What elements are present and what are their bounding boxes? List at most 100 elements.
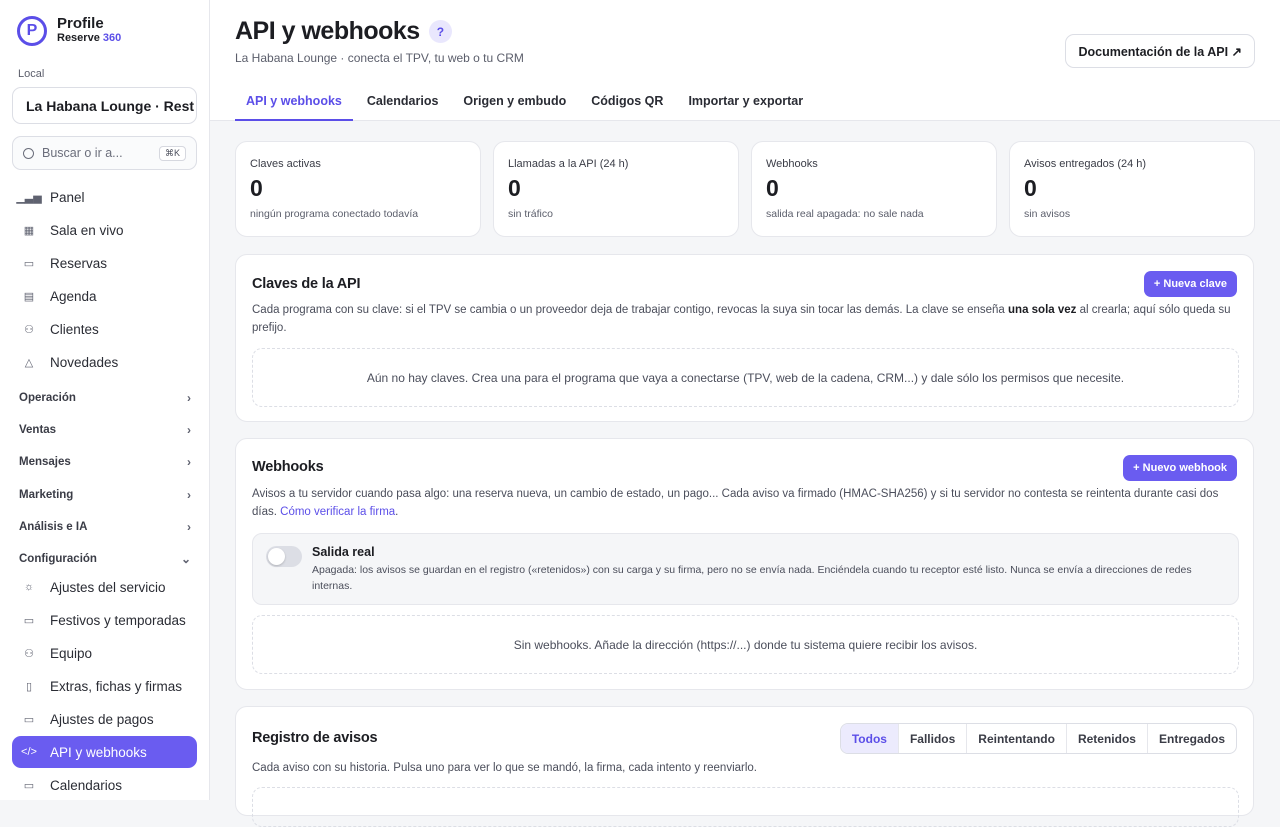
tab-importar-exportar[interactable]: Importar y exportar	[677, 88, 814, 121]
log-list	[252, 787, 1239, 827]
filter-reintentando[interactable]: Reintentando	[967, 724, 1067, 753]
nav-label: Agenda	[50, 288, 97, 304]
filter-entregados[interactable]: Entregados	[1148, 724, 1236, 753]
chevron-right-icon: ›	[187, 520, 191, 534]
stat-card-llamadas: Llamadas a la API (24 h) 0 sin tráfico	[493, 141, 739, 237]
desc-part: Avisos a tu servidor cuando pasa algo: u…	[252, 488, 1219, 518]
stat-label: Avisos entregados (24 h)	[1024, 158, 1147, 170]
filter-fallidos[interactable]: Fallidos	[899, 724, 968, 753]
verify-signature-link[interactable]: Cómo verificar la firma	[280, 506, 395, 518]
group-label: Marketing	[19, 489, 74, 501]
keys-empty-state: Aún no hay claves. Crea una para el prog…	[252, 348, 1239, 407]
page-title-row: API y webhooks ?	[235, 17, 452, 46]
desc-part: Cada programa con su clave: si el TPV se…	[252, 304, 1009, 316]
nav-group-operacion[interactable]: Operación ›	[19, 391, 191, 405]
nav-label: Equipo	[50, 645, 93, 661]
stat-value: 0	[508, 175, 521, 201]
tab-codigos-qr[interactable]: Códigos QR	[580, 88, 674, 121]
nav-label: Reservas	[50, 255, 108, 271]
bell-icon: △	[24, 356, 34, 369]
nav-item-novedades[interactable]: △ Novedades	[12, 346, 197, 378]
nav-item-equipo[interactable]: ⚇ Equipo	[12, 637, 197, 669]
stat-card-webhooks: Webhooks 0 salida real apagada: no sale …	[751, 141, 997, 237]
local-label: Local	[18, 68, 45, 80]
log-filter-group: Todos Fallidos Reintentando Retenidos En…	[839, 723, 1237, 754]
nav-item-api-webhooks[interactable]: </> API y webhooks	[12, 736, 197, 768]
stat-label: Llamadas a la API (24 h)	[508, 158, 629, 170]
toggle-description: Apagada: los avisos se guardan en el reg…	[312, 564, 1192, 592]
new-webhook-button[interactable]: + Nuevo webhook	[1123, 455, 1237, 481]
nav-group-analisis[interactable]: Análisis e IA ›	[19, 520, 191, 534]
help-icon[interactable]: ?	[428, 20, 452, 43]
chevron-right-icon: ›	[187, 391, 191, 405]
stat-sub: sin tráfico	[508, 208, 553, 220]
brand-logo[interactable]: P Profile Reserve 360	[17, 16, 121, 46]
filter-todos[interactable]: Todos	[840, 724, 899, 753]
nav-label: Extras, fichas y firmas	[50, 678, 183, 694]
nav-item-ajustes-servicio[interactable]: ☼ Ajustes del servicio	[12, 571, 197, 603]
nav-item-festivos[interactable]: ▭ Festivos y temporadas	[12, 604, 197, 636]
local-select-value: La Habana Lounge · Rest	[26, 97, 195, 114]
group-label: Análisis e IA	[19, 521, 88, 533]
chevron-right-icon: ›	[187, 455, 191, 469]
stat-card-avisos: Avisos entregados (24 h) 0 sin avisos	[1009, 141, 1255, 237]
page-subtitle: La Habana Lounge · conecta el TPV, tu we…	[235, 51, 524, 65]
logo-icon: P	[17, 16, 47, 46]
nav-item-reservas[interactable]: ▭ Reservas	[12, 247, 197, 279]
nav-label: Festivos y temporadas	[50, 612, 186, 628]
local-select[interactable]: La Habana Lounge · Rest ▼	[12, 87, 197, 124]
nav-item-extras[interactable]: ▯ Extras, fichas y firmas	[12, 670, 197, 702]
nav-label: Ajustes del servicio	[50, 579, 166, 595]
page-title: API y webhooks	[235, 17, 420, 45]
api-keys-card: Claves de la API + Nueva clave Cada prog…	[235, 254, 1254, 422]
real-output-toggle[interactable]	[266, 546, 302, 567]
nav-label: Panel	[50, 189, 85, 205]
group-label: Mensajes	[19, 456, 71, 468]
card-icon: ▭	[23, 713, 35, 726]
webhooks-empty-state: Sin webhooks. Añade la dirección (https:…	[252, 615, 1239, 674]
nav-group-ventas[interactable]: Ventas ›	[19, 423, 191, 437]
users-icon: ⚇	[24, 323, 34, 336]
nav-item-calendarios[interactable]: ▭ Calendarios	[12, 769, 197, 801]
calendar-icon: ▭	[23, 779, 35, 792]
nav-item-agenda[interactable]: ▤ Agenda	[12, 280, 197, 312]
nav-item-sala-en-vivo[interactable]: ▦ Sala en vivo	[12, 214, 197, 246]
chevron-right-icon: ›	[187, 488, 191, 502]
nav-item-panel[interactable]: ▁▃▅ Panel	[12, 181, 197, 213]
search-input[interactable]: Buscar o ir a... ⌘K	[12, 136, 197, 170]
section-description: Cada programa con su clave: si el TPV se…	[252, 301, 1232, 337]
chevron-down-icon: ⌄	[180, 552, 191, 566]
table-icon: ▤	[23, 290, 35, 303]
chevron-right-icon: ›	[187, 423, 191, 437]
nav-group-configuracion[interactable]: Configuración ⌄	[19, 552, 191, 566]
nav-item-pagos[interactable]: ▭ Ajustes de pagos	[12, 703, 197, 735]
page-header: API y webhooks ? La Habana Lounge · cone…	[210, 0, 1280, 121]
nav-group-marketing[interactable]: Marketing ›	[19, 488, 191, 502]
stat-label: Claves activas	[250, 158, 321, 170]
filter-retenidos[interactable]: Retenidos	[1067, 724, 1148, 753]
nav-label: API y webhooks	[50, 744, 147, 760]
sun-icon: ☼	[23, 581, 35, 593]
main-content: API y webhooks ? La Habana Lounge · cone…	[210, 0, 1280, 827]
calendar-icon: ▭	[23, 257, 35, 270]
brand-sub: Reserve 360	[57, 31, 121, 45]
tab-api-webhooks[interactable]: API y webhooks	[235, 88, 353, 121]
api-docs-button[interactable]: Documentación de la API ↗	[1065, 34, 1255, 68]
search-shortcut: ⌘K	[158, 145, 186, 161]
new-key-button[interactable]: + Nueva clave	[1143, 271, 1237, 297]
tab-origen-embudo[interactable]: Origen y embudo	[452, 88, 577, 121]
nav-label: Sala en vivo	[50, 222, 124, 238]
section-title: Claves de la API	[252, 276, 361, 292]
webhooks-card: Webhooks + Nuevo webhook Avisos a tu ser…	[235, 438, 1254, 690]
stat-sub: salida real apagada: no sale nada	[766, 208, 924, 220]
desc-emphasis: una sola vez	[1008, 304, 1077, 316]
section-description: Cada aviso con su historia. Pulsa uno pa…	[252, 762, 758, 774]
nav-group-mensajes[interactable]: Mensajes ›	[19, 455, 191, 469]
nav-item-clientes[interactable]: ⚇ Clientes	[12, 313, 197, 345]
search-icon	[23, 147, 34, 159]
brand-name: Profile	[57, 15, 104, 32]
tab-calendarios[interactable]: Calendarios	[356, 88, 450, 121]
sidebar: P Profile Reserve 360 Local La Habana Lo…	[0, 0, 210, 800]
section-description: Avisos a tu servidor cuando pasa algo: u…	[252, 488, 1219, 518]
code-icon: </>	[21, 746, 37, 758]
